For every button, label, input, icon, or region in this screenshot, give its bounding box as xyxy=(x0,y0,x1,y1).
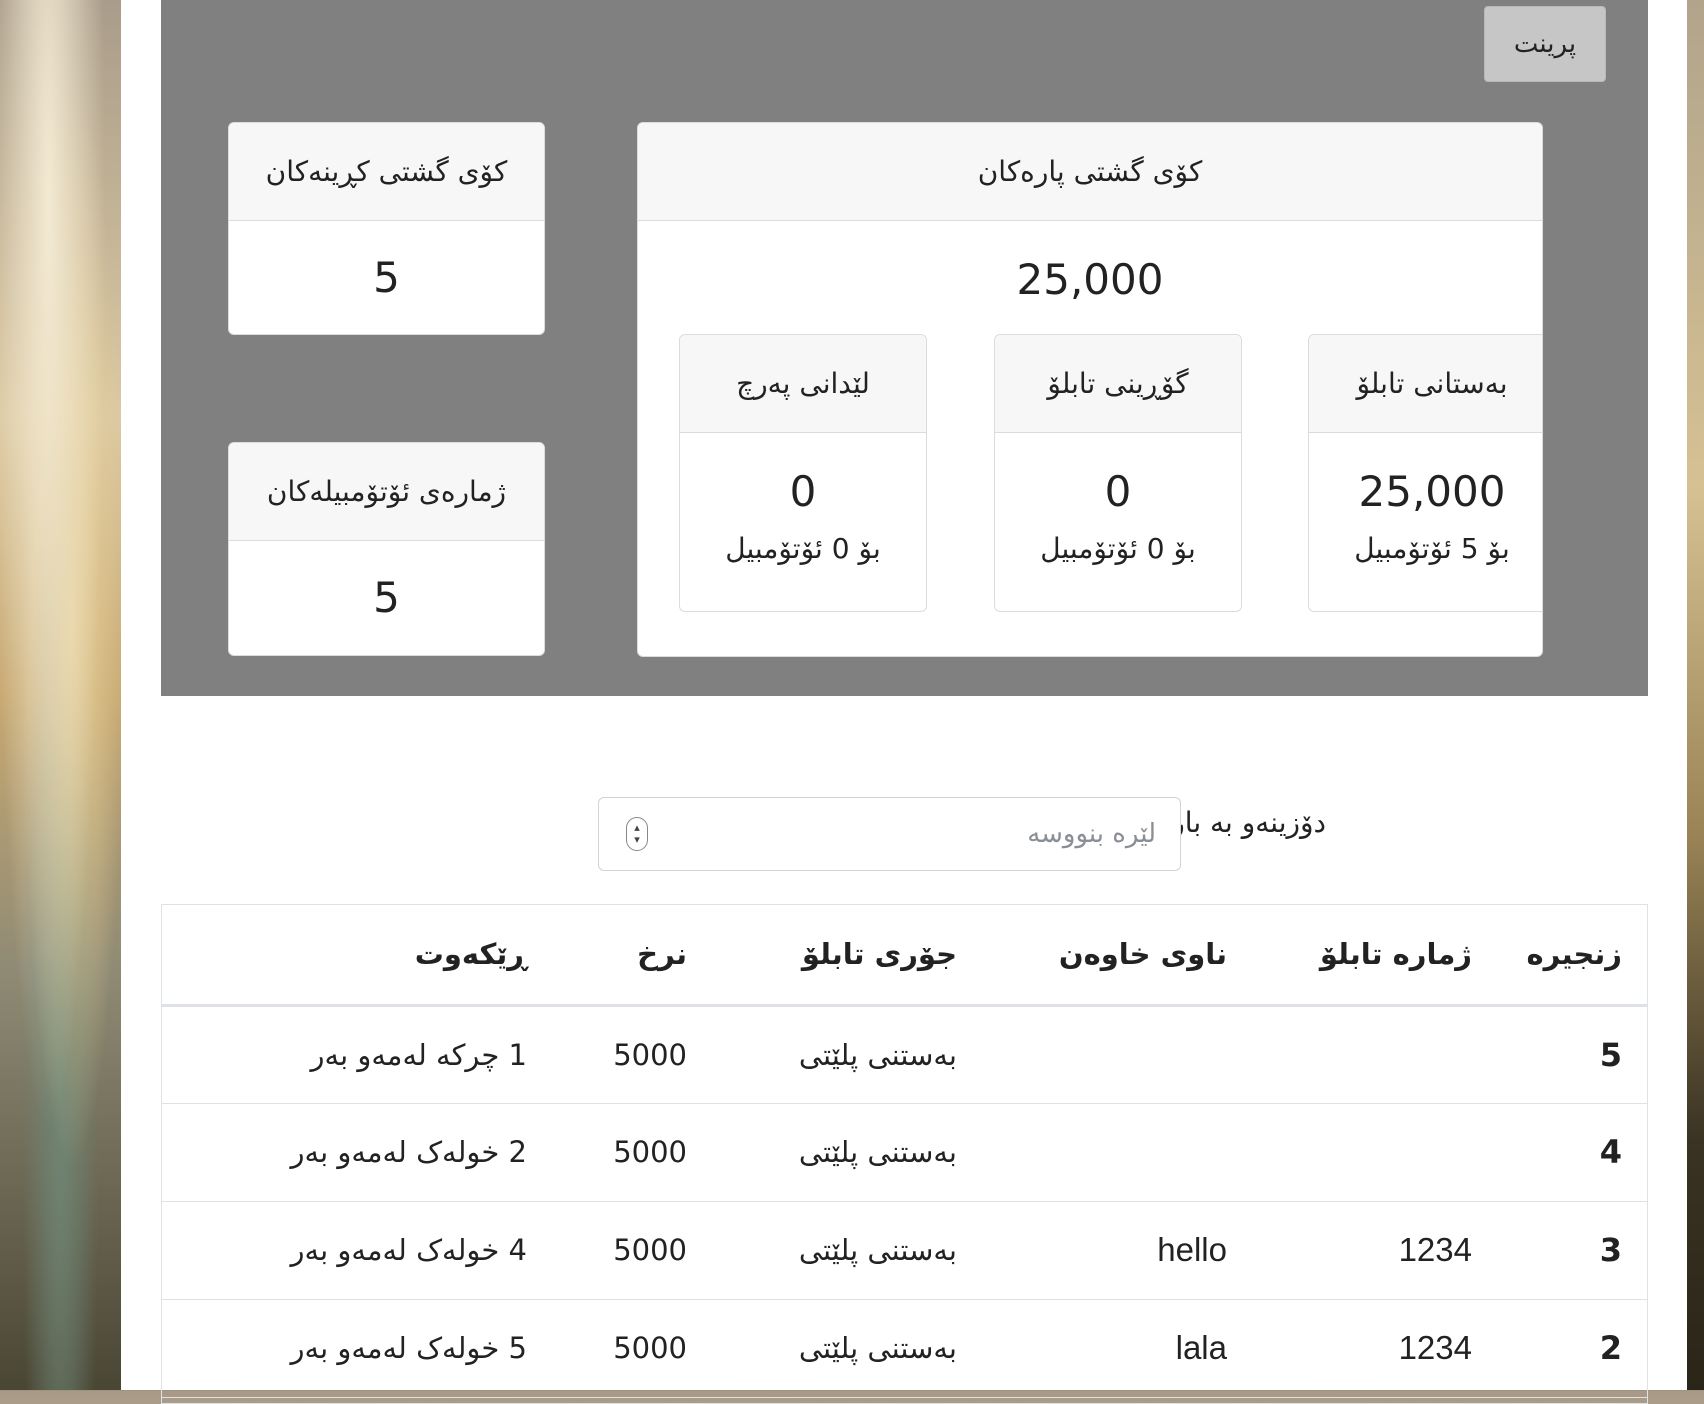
cell-date: 1 چرکە لەمەو بەر xyxy=(162,1005,552,1104)
print-button[interactable]: پرینت xyxy=(1484,6,1606,82)
total-money-title: کۆی گشتی پارەکان xyxy=(638,123,1542,221)
breakdown-card-plate-change: گۆڕینی تابلۆ 0 بۆ 0 ئۆتۆمبیل xyxy=(994,334,1242,612)
total-purchases-title: کۆی گشتی کڕینەکان xyxy=(229,123,544,221)
cell-plate-type: بەستنی پلێتی xyxy=(712,1103,982,1202)
summary-panel: پرینت کۆی گشتی پارەکان 25,000 بەستانی تا… xyxy=(161,0,1648,696)
cell-serial: 4 xyxy=(1497,1103,1647,1202)
cell-serial: 3 xyxy=(1497,1201,1647,1300)
cell-owner-name xyxy=(982,1103,1252,1202)
header-plate-number: ژمارە تابلۆ xyxy=(1252,905,1497,1007)
table-row: 3 1234 hello بەستنی پلێتی 5000 4 خولەک ل… xyxy=(162,1201,1647,1300)
header-price: نرخ xyxy=(552,905,712,1007)
breakdown-title: لێدانی پەرچ xyxy=(680,335,926,433)
main-content: پرینت کۆی گشتی پارەکان 25,000 بەستانی تا… xyxy=(121,0,1687,1404)
breakdown-caption: بۆ 5 ئۆتۆمبیل xyxy=(1354,532,1510,565)
number-spinner-icon[interactable]: ▴ ▾ xyxy=(626,817,648,851)
breakdown-title: گۆڕینی تابلۆ xyxy=(995,335,1241,433)
car-count-title: ژمارەی ئۆتۆمبیلەکان xyxy=(229,443,544,541)
breakdown-caption: بۆ 0 ئۆتۆمبیل xyxy=(1040,532,1196,565)
cell-price: 5000 xyxy=(552,1103,712,1202)
records-table: زنجیرە ژمارە تابلۆ ناوی خاوەن جۆری تابلۆ… xyxy=(161,904,1648,1404)
total-money-card: کۆی گشتی پارەکان 25,000 بەستانی تابلۆ 25… xyxy=(637,122,1543,657)
cell-plate-type: بەستنی پلێتی xyxy=(712,1005,982,1104)
header-plate-type: جۆری تابلۆ xyxy=(712,905,982,1007)
cell-plate-number: 1234 xyxy=(1252,1299,1497,1398)
cell-serial: 2 xyxy=(1497,1299,1647,1398)
breakdown-title: بەستانی تابلۆ xyxy=(1309,335,1542,433)
header-serial: زنجیرە xyxy=(1497,905,1647,1007)
table-header-row: زنجیرە ژمارە تابلۆ ناوی خاوەن جۆری تابلۆ… xyxy=(162,905,1647,1007)
breakdown-card-plate-install: بەستانی تابلۆ 25,000 بۆ 5 ئۆتۆمبیل xyxy=(1308,334,1542,612)
cell-owner-name: lala xyxy=(982,1299,1252,1398)
total-purchases-value: 5 xyxy=(373,253,400,302)
barcode-search-input[interactable] xyxy=(598,797,1181,871)
cell-plate-number: 1234 xyxy=(1252,1201,1497,1300)
header-owner-name: ناوی خاوەن xyxy=(982,905,1252,1007)
cell-date: 5 خولەک لەمەو بەر xyxy=(162,1299,552,1398)
cell-date: 2 خولەک لەمەو بەر xyxy=(162,1103,552,1202)
cell-plate-number xyxy=(1252,1103,1497,1202)
car-count-value: 5 xyxy=(373,573,400,622)
background-image-left xyxy=(0,0,121,1390)
breakdown-value: 0 xyxy=(1104,467,1132,516)
cell-owner-name: hello xyxy=(982,1201,1252,1300)
cell-date: 4 خولەک لەمەو بەر xyxy=(162,1201,552,1300)
cell-price: 5000 xyxy=(552,1201,712,1300)
table-row: 5 بەستنی پلێتی 5000 1 چرکە لەمەو بەر xyxy=(162,1005,1647,1104)
header-date: ڕێکەوت xyxy=(162,905,552,1007)
breakdown-card-bumper-hit: لێدانی پەرچ 0 بۆ 0 ئۆتۆمبیل xyxy=(679,334,927,612)
background-image-right xyxy=(1687,0,1704,1390)
cell-owner-name xyxy=(982,1005,1252,1104)
car-count-card: ژمارەی ئۆتۆمبیلەکان 5 xyxy=(228,442,545,656)
breakdown-value: 0 xyxy=(789,467,817,516)
cell-serial: 5 xyxy=(1497,1005,1647,1104)
table-row: 4 بەستنی پلێتی 5000 2 خولەک لەمەو بەر xyxy=(162,1103,1647,1202)
cell-price: 5000 xyxy=(552,1299,712,1398)
total-purchases-card: کۆی گشتی کڕینەکان 5 xyxy=(228,122,545,335)
cell-price: 5000 xyxy=(552,1005,712,1104)
total-money-value: 25,000 xyxy=(1016,255,1164,304)
breakdown-caption: بۆ 0 ئۆتۆمبیل xyxy=(725,532,881,565)
cell-plate-type: بەستنی پلێتی xyxy=(712,1299,982,1398)
cell-plate-type: بەستنی پلێتی xyxy=(712,1201,982,1300)
breakdown-value: 25,000 xyxy=(1358,467,1506,516)
table-row: 2 1234 lala بەستنی پلێتی 5000 5 خولەک لە… xyxy=(162,1299,1647,1398)
cell-plate-number xyxy=(1252,1005,1497,1104)
